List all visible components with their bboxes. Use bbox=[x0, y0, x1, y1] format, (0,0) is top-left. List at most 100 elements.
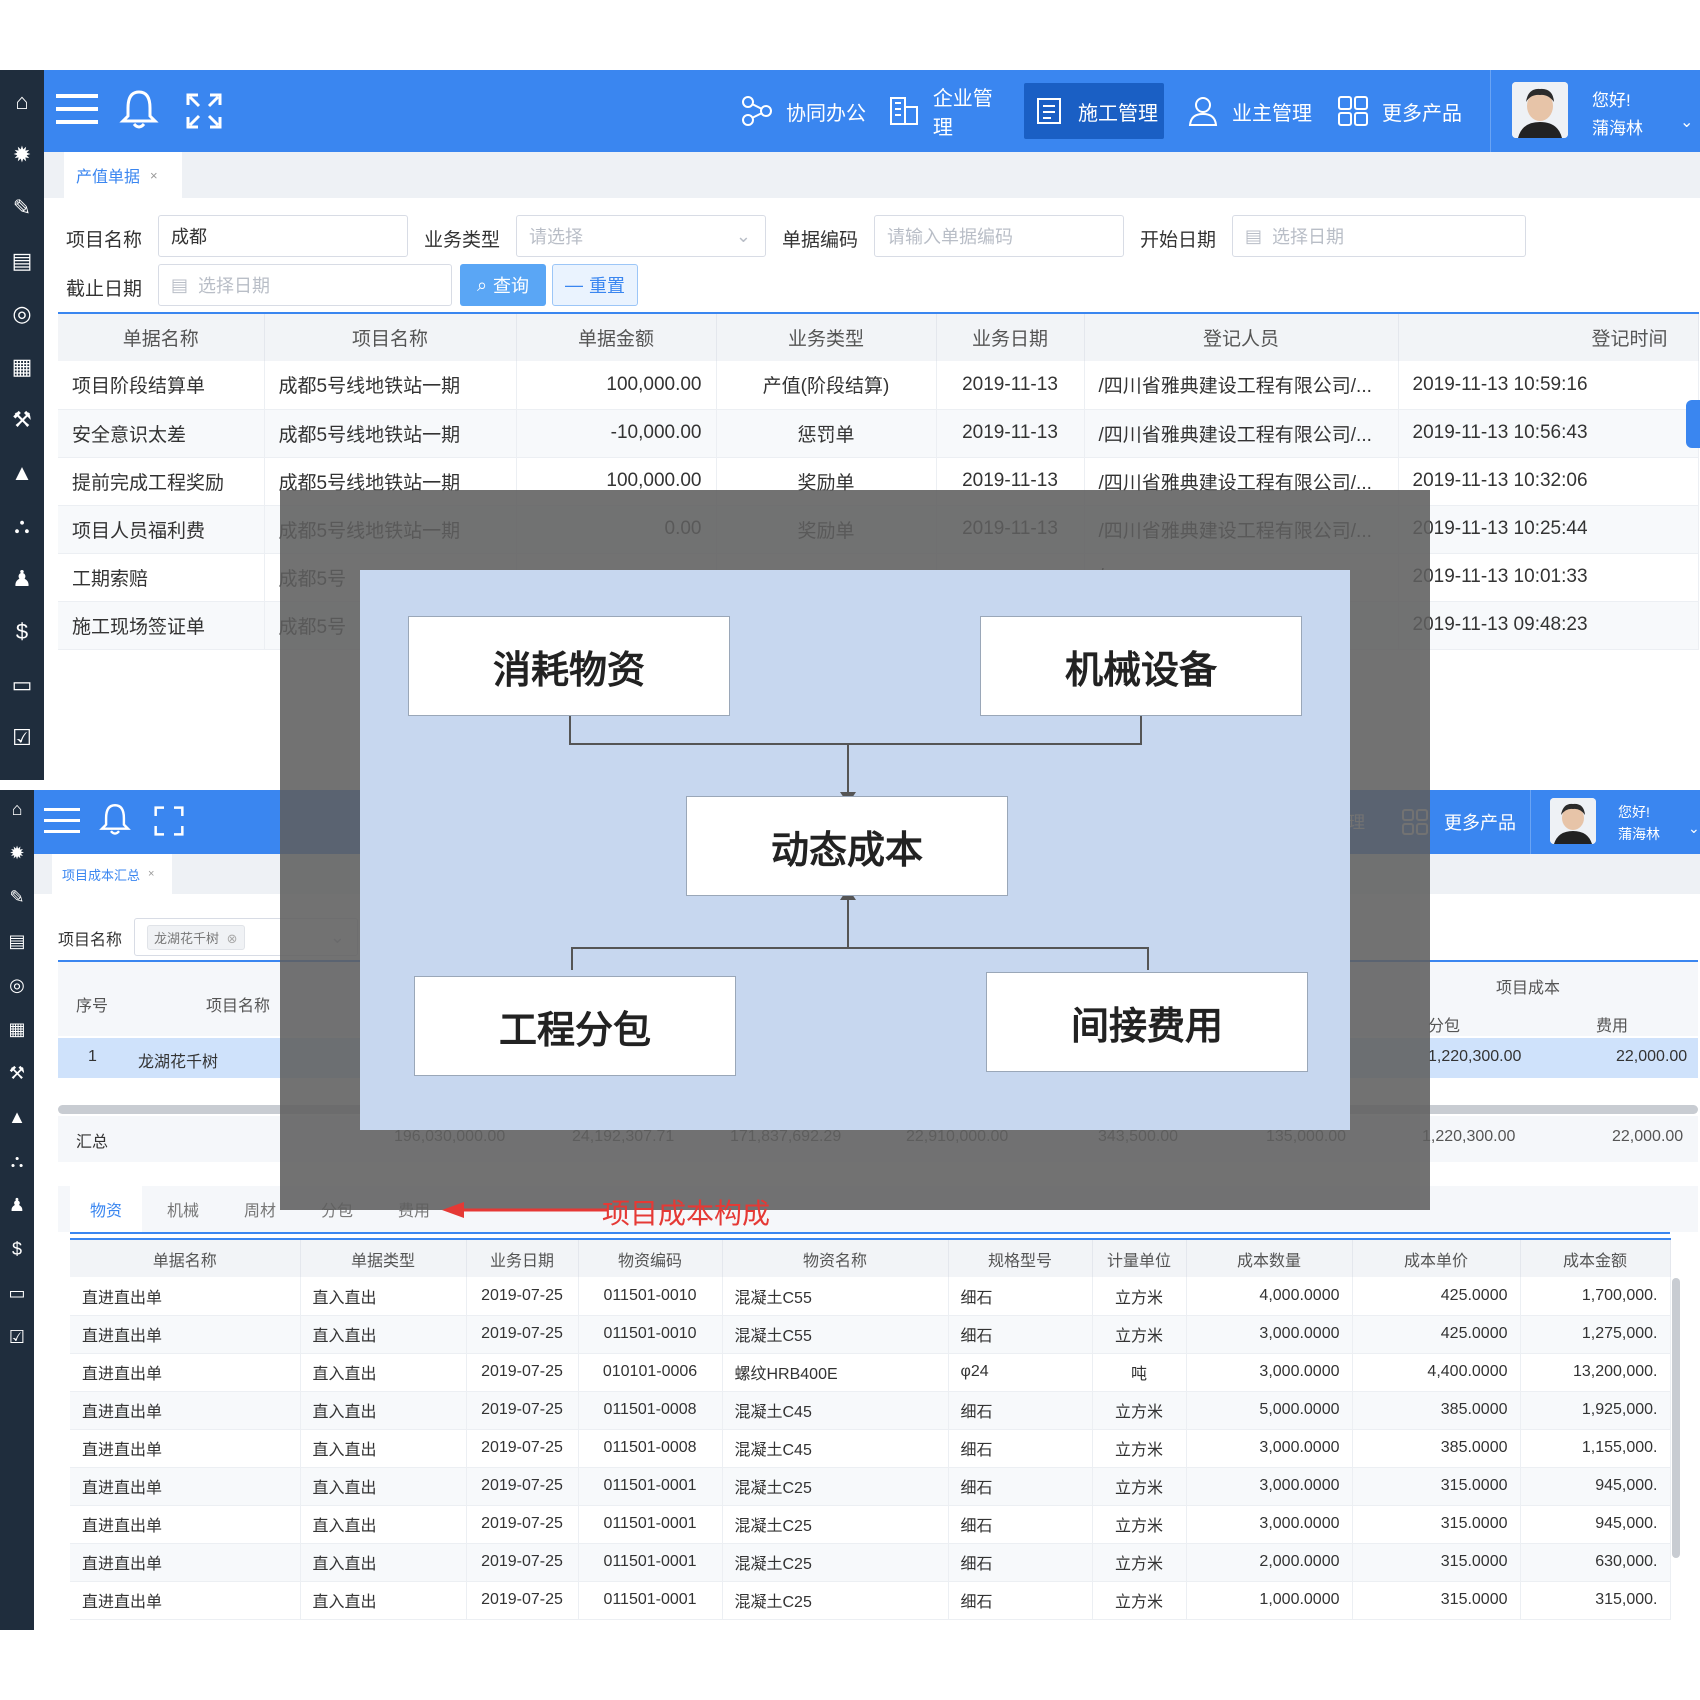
table-row[interactable]: 直进直出单 直入直出 2019-07-25 011501-0001 混凝土C25 细石 立方… bbox=[70, 1543, 1671, 1582]
lightbulb-icon[interactable]: ✹ bbox=[0, 128, 44, 181]
building-icon[interactable]: ▦ bbox=[0, 1007, 34, 1051]
biz-type-select[interactable]: 请选择 ⌄ bbox=[516, 215, 766, 257]
clipboard-check-icon[interactable]: ☑ bbox=[0, 1315, 34, 1359]
table-cell: 3,000.0000 bbox=[1186, 1315, 1353, 1354]
query-button[interactable]: ⌕ 查询 bbox=[460, 264, 546, 306]
table-row[interactable]: 安全意识太差 成都5号线地铁站一期 -10,000.00 惩罚单 2019-11-13/… bbox=[58, 409, 1699, 458]
org-chart-icon[interactable]: ⛬ bbox=[0, 499, 44, 552]
home-icon[interactable]: ⌂ bbox=[0, 75, 44, 128]
table-row[interactable]: 项目阶段结算单 成都5号线地铁站一期 100,000.00 产值(阶段结算) 2019-… bbox=[58, 361, 1699, 410]
lightbulb-icon[interactable]: ✹ bbox=[0, 831, 34, 875]
table-header[interactable]: 成本单价 bbox=[1352, 1238, 1521, 1277]
nav-item-3[interactable]: 施工管理 bbox=[1024, 83, 1164, 139]
money-bag-icon[interactable]: $ bbox=[0, 605, 44, 658]
close-icon[interactable]: × bbox=[148, 868, 154, 880]
side-float-button[interactable] bbox=[1686, 400, 1700, 448]
cost-composition-diagram: 消耗物资 机械设备 动态成本 工程分包 间接费用 bbox=[360, 570, 1350, 1130]
avatar[interactable] bbox=[1512, 82, 1568, 138]
vertical-scrollbar[interactable] bbox=[1672, 1278, 1680, 1558]
table-cell: 直进直出单 bbox=[70, 1353, 301, 1392]
table-header[interactable]: 单据名称 bbox=[70, 1238, 301, 1277]
table-row[interactable]: 直进直出单 直入直出 2019-07-25 011501-0001 混凝土C25 细石 立方… bbox=[70, 1505, 1671, 1544]
worker-icon[interactable]: ♟ bbox=[0, 1183, 34, 1227]
table-header[interactable]: 成本数量 bbox=[1186, 1238, 1353, 1277]
project-tag-label: 龙湖花千树 bbox=[154, 930, 220, 946]
doc-code-input[interactable]: 请输入单据编码 bbox=[874, 215, 1124, 257]
nav-item-5[interactable]: 更多产品 bbox=[1328, 83, 1468, 139]
table-header[interactable]: 规格型号 bbox=[948, 1238, 1093, 1277]
table-header[interactable]: 单据名称 bbox=[58, 312, 265, 361]
table-cell: 混凝土C45 bbox=[722, 1391, 949, 1430]
warning-icon[interactable]: ▲ bbox=[0, 1095, 34, 1139]
clipboard-check-icon[interactable]: ☑ bbox=[0, 711, 44, 764]
chevron-down-icon[interactable]: ⌄ bbox=[1688, 820, 1700, 837]
crane-icon[interactable]: ⚒ bbox=[0, 393, 44, 446]
table-row[interactable]: 直进直出单 直入直出 2019-07-25 011501-0008 混凝土C45 细石 立方… bbox=[70, 1429, 1671, 1468]
biz-type-placeholder: 请选择 bbox=[529, 227, 583, 247]
table-header[interactable]: 计量单位 bbox=[1092, 1238, 1187, 1277]
nav-item-4[interactable]: 业主管理 bbox=[1178, 83, 1316, 139]
close-icon[interactable]: × bbox=[150, 168, 158, 183]
end-date-input[interactable]: ▤ 选择日期 bbox=[158, 264, 452, 306]
chevron-down-icon[interactable]: ⌄ bbox=[1680, 112, 1693, 132]
edit-icon[interactable]: ✎ bbox=[0, 875, 34, 919]
table-row[interactable]: 直进直出单 直入直出 2019-07-25 011501-0010 混凝土C55 细石 立方… bbox=[70, 1277, 1671, 1316]
fullscreen-icon[interactable] bbox=[186, 93, 222, 134]
tab-project-cost-summary[interactable]: 项目成本汇总 × bbox=[52, 854, 172, 894]
table-header[interactable]: 业务日期 bbox=[466, 1238, 579, 1277]
document-icon[interactable]: ▤ bbox=[0, 234, 44, 287]
avatar[interactable] bbox=[1550, 798, 1596, 844]
document-icon[interactable]: ▤ bbox=[0, 919, 34, 963]
warning-icon[interactable]: ▲ bbox=[0, 446, 44, 499]
subtab-1[interactable]: 物资 bbox=[70, 1186, 142, 1232]
subtabs-underline bbox=[70, 1232, 1670, 1234]
reset-button[interactable]: — 重置 bbox=[552, 264, 638, 306]
fullscreen-icon[interactable] bbox=[154, 806, 184, 841]
nav-item-2[interactable]: 企业管理 bbox=[880, 83, 1010, 139]
nav-item-1[interactable]: 协同办公 bbox=[732, 83, 868, 139]
table-header[interactable]: 业务日期 bbox=[936, 312, 1085, 361]
bell-icon[interactable] bbox=[98, 802, 132, 841]
table-header[interactable]: 物资名称 bbox=[722, 1238, 949, 1277]
truck-icon[interactable]: ▭ bbox=[0, 1271, 34, 1315]
project-input[interactable]: 成都 bbox=[158, 215, 408, 257]
table-cell: 425.0000 bbox=[1352, 1315, 1521, 1354]
table-cell: 直入直出 bbox=[300, 1467, 467, 1506]
subtab-2[interactable]: 机械 bbox=[147, 1186, 219, 1232]
box-machinery-equipment: 机械设备 bbox=[980, 616, 1302, 716]
coins-icon[interactable]: ◎ bbox=[0, 963, 34, 1007]
menu-icon[interactable] bbox=[44, 806, 80, 841]
table-header[interactable]: 业务类型 bbox=[716, 312, 937, 361]
table-header[interactable]: 物资编码 bbox=[578, 1238, 723, 1277]
edit-icon[interactable]: ✎ bbox=[0, 181, 44, 234]
table-header[interactable]: 单据类型 bbox=[300, 1238, 467, 1277]
home-icon[interactable]: ⌂ bbox=[0, 787, 34, 831]
table-header[interactable]: 成本金额 bbox=[1520, 1238, 1671, 1277]
start-date-input[interactable]: ▤ 选择日期 bbox=[1232, 215, 1526, 257]
search-icon: ⌕ bbox=[476, 274, 488, 295]
table-header[interactable]: 单据金额 bbox=[516, 312, 717, 361]
org-chart-icon[interactable]: ⛬ bbox=[0, 1139, 34, 1183]
table-header[interactable]: 登记时间 bbox=[1398, 312, 1699, 361]
table-row[interactable]: 直进直出单 直入直出 2019-07-25 011501-0001 混凝土C25 细石 立方… bbox=[70, 1467, 1671, 1506]
truck-icon[interactable]: ▭ bbox=[0, 658, 44, 711]
bell-icon[interactable] bbox=[118, 88, 160, 135]
table-cell: 010101-0006 bbox=[578, 1353, 723, 1392]
table-row[interactable]: 直进直出单 直入直出 2019-07-25 011501-0008 混凝土C45 细石 立方… bbox=[70, 1391, 1671, 1430]
menu-icon[interactable] bbox=[56, 92, 98, 131]
table-header[interactable]: 项目名称 bbox=[264, 312, 517, 361]
box-consumable-materials: 消耗物资 bbox=[408, 616, 730, 716]
building-icon[interactable]: ▦ bbox=[0, 340, 44, 393]
close-circle-icon[interactable]: ⊗ bbox=[227, 931, 238, 946]
col-seq-header: 序号 bbox=[76, 998, 109, 1015]
table-row[interactable]: 直进直出单 直入直出 2019-07-25 011501-0001 混凝土C25 细石 立方… bbox=[70, 1581, 1671, 1620]
crane-icon[interactable]: ⚒ bbox=[0, 1051, 34, 1095]
worker-icon[interactable]: ♟ bbox=[0, 552, 44, 605]
table-row[interactable]: 直进直出单 直入直出 2019-07-25 010101-0006 螺纹HRB400E φ… bbox=[70, 1353, 1671, 1392]
table-row[interactable]: 直进直出单 直入直出 2019-07-25 011501-0010 混凝土C55 细石 立方… bbox=[70, 1315, 1671, 1354]
tab-output-docs[interactable]: 产值单据 × bbox=[64, 152, 182, 198]
coins-icon[interactable]: ◎ bbox=[0, 287, 44, 340]
table-header[interactable]: 登记人员 bbox=[1084, 312, 1399, 361]
money-bag-icon[interactable]: $ bbox=[0, 1227, 34, 1271]
top-tab-strip bbox=[44, 152, 1700, 198]
